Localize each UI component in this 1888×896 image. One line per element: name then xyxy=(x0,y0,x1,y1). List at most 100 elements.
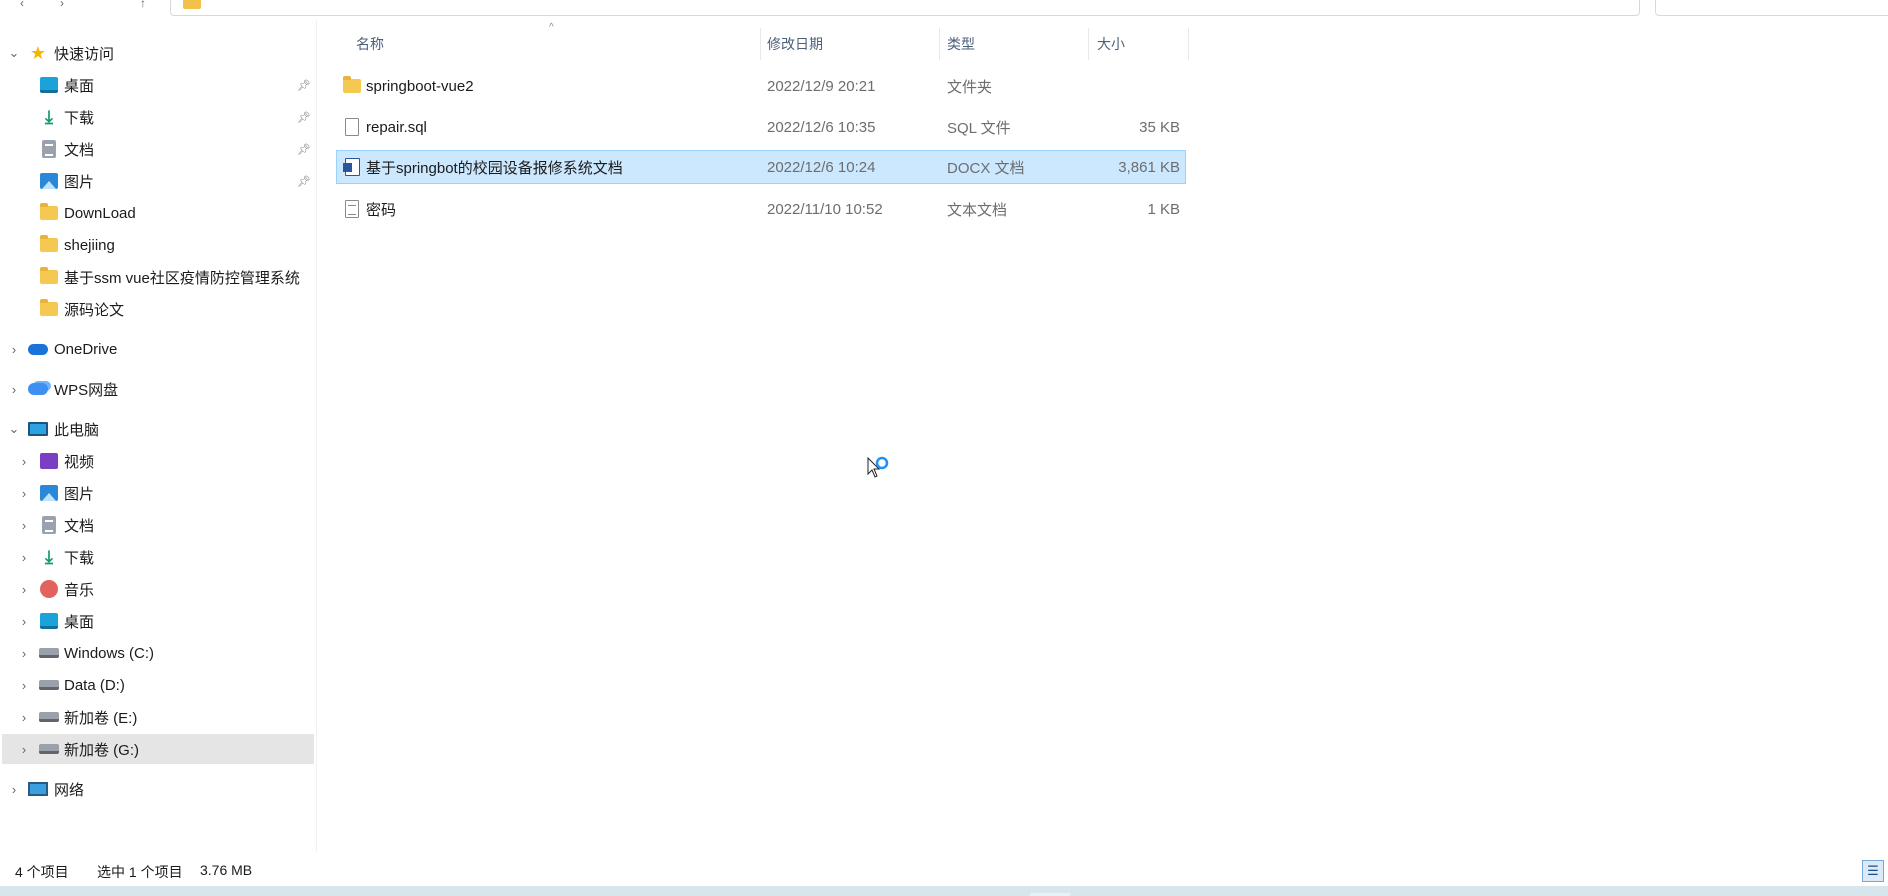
drive-icon xyxy=(39,675,59,695)
chevron-down-icon[interactable]: ⌄ xyxy=(8,38,20,68)
chevron-right-icon[interactable]: › xyxy=(18,734,30,764)
search-box[interactable] xyxy=(1655,0,1888,16)
nav-label: OneDrive xyxy=(54,340,118,358)
selection-count: 选中 1 个项目 xyxy=(97,864,183,880)
chevron-right-icon[interactable]: › xyxy=(18,638,30,668)
pane-divider[interactable] xyxy=(316,20,317,852)
nav-item-desktop[interactable]: 桌面 📌︎ xyxy=(2,70,314,100)
drive-icon xyxy=(39,707,59,727)
folder-icon xyxy=(39,203,59,223)
nav-label: Windows (C:) xyxy=(64,644,155,662)
nav-label: 桌面 xyxy=(64,77,95,95)
nav-label: Data (D:) xyxy=(64,676,125,694)
chevron-right-icon[interactable]: › xyxy=(18,446,30,476)
nav-onedrive[interactable]: › OneDrive xyxy=(2,334,314,364)
column-divider[interactable] xyxy=(760,28,761,60)
nav-label: 新加卷 (E:) xyxy=(64,709,138,727)
column-header-name[interactable]: 名称 xyxy=(356,28,756,60)
column-header-type[interactable]: 类型 xyxy=(947,28,1092,60)
file-row[interactable]: springboot-vue2 2022/12/9 20:21 文件夹 xyxy=(336,69,1186,103)
nav-label: DownLoad xyxy=(64,204,136,222)
folder-icon xyxy=(39,267,59,287)
drive-icon xyxy=(39,739,59,759)
chevron-right-icon[interactable]: › xyxy=(18,542,30,572)
folder-icon xyxy=(343,76,361,95)
pin-icon: 📌︎ xyxy=(297,143,311,156)
details-view-icon[interactable]: ☰ xyxy=(1862,860,1884,882)
file-row[interactable]: repair.sql 2022/12/6 10:35 SQL 文件 35 KB xyxy=(336,110,1186,144)
selection-size: 3.76 MB xyxy=(200,862,253,878)
nav-item-pc-documents[interactable]: › 文档 xyxy=(2,510,314,540)
nav-item-shejiing[interactable]: shejiing xyxy=(2,230,314,260)
chevron-right-icon[interactable]: › xyxy=(18,478,30,508)
file-row[interactable]: 密码 2022/11/10 10:52 文本文档 1 KB xyxy=(336,192,1186,226)
nav-label: 源码论文 xyxy=(64,301,125,319)
nav-item-ssm-vue[interactable]: 基于ssm vue社区疫情防控管理系统 xyxy=(2,262,314,292)
column-header-size[interactable]: 大小 xyxy=(1097,28,1187,60)
taskbar xyxy=(0,886,1888,896)
column-divider[interactable] xyxy=(1088,28,1089,60)
nav-label: 新加卷 (G:) xyxy=(64,741,139,759)
nav-item-downloads[interactable]: ⤓ 下载 📌︎ xyxy=(2,102,314,132)
chevron-right-icon[interactable]: › xyxy=(18,574,30,604)
nav-wps[interactable]: › WPS网盘 xyxy=(2,374,314,404)
chevron-right-icon[interactable]: › xyxy=(8,334,20,364)
nav-label: 图片 xyxy=(64,173,95,191)
nav-item-download-folder[interactable]: DownLoad xyxy=(2,198,314,228)
forward-arrow-icon[interactable]: › xyxy=(60,0,74,10)
nav-item-pictures[interactable]: 图片 📌︎ xyxy=(2,166,314,196)
nav-item-videos[interactable]: › 视频 xyxy=(2,446,314,476)
column-header-date[interactable]: 修改日期 xyxy=(767,28,937,60)
pin-icon: 📌︎ xyxy=(297,175,311,188)
chevron-right-icon[interactable]: › xyxy=(18,702,30,732)
wps-cloud-icon xyxy=(28,379,48,399)
column-label: 修改日期 xyxy=(767,36,823,52)
nav-label: 音乐 xyxy=(64,581,95,599)
file-size: 35 KB xyxy=(1139,118,1180,136)
file-date: 2022/11/10 10:52 xyxy=(767,200,883,218)
chevron-down-icon[interactable]: ⌄ xyxy=(8,414,20,444)
column-label: 类型 xyxy=(947,36,975,52)
nav-item-pc-desktop[interactable]: › 桌面 xyxy=(2,606,314,636)
file-row-selected[interactable]: 基于springbot的校园设备报修系统文档 2022/12/6 10:24 D… xyxy=(336,150,1186,184)
nav-item-drive-d[interactable]: › Data (D:) xyxy=(2,670,314,700)
chevron-right-icon[interactable]: › xyxy=(18,606,30,636)
network-icon xyxy=(28,779,48,799)
chevron-right-icon[interactable]: › xyxy=(18,510,30,540)
nav-item-drive-g[interactable]: › 新加卷 (G:) xyxy=(2,734,314,764)
navigation-pane: ⌄ ★ 快速访问 桌面 📌︎ ⤓ 下载 📌︎ 文档 📌︎ 图片 📌︎ DownL… xyxy=(0,38,316,850)
nav-item-drive-e[interactable]: › 新加卷 (E:) xyxy=(2,702,314,732)
back-arrow-icon[interactable]: ‹ xyxy=(20,0,34,10)
nav-network[interactable]: › 网络 xyxy=(2,774,314,804)
nav-item-pc-pictures[interactable]: › 图片 xyxy=(2,478,314,508)
pictures-icon xyxy=(39,171,59,191)
nav-item-music[interactable]: › 音乐 xyxy=(2,574,314,604)
chevron-right-icon[interactable]: › xyxy=(18,670,30,700)
column-divider[interactable] xyxy=(1188,28,1189,60)
computer-icon xyxy=(28,419,48,439)
address-bar[interactable] xyxy=(170,0,1640,16)
up-arrow-icon[interactable]: ↑ xyxy=(140,0,154,10)
nav-quick-access[interactable]: ⌄ ★ 快速访问 xyxy=(2,38,314,68)
column-label: 名称 xyxy=(356,36,384,52)
file-name: repair.sql xyxy=(366,118,427,136)
chevron-right-icon[interactable]: › xyxy=(8,774,20,804)
file-name: 密码 xyxy=(366,201,397,219)
file-date: 2022/12/6 10:35 xyxy=(767,118,876,136)
nav-item-documents[interactable]: 文档 📌︎ xyxy=(2,134,314,164)
column-divider[interactable] xyxy=(939,28,940,60)
nav-item-drive-c[interactable]: › Windows (C:) xyxy=(2,638,314,668)
nav-label: 此电脑 xyxy=(54,421,100,439)
nav-item-pc-downloads[interactable]: › ⤓ 下载 xyxy=(2,542,314,572)
nav-label: 图片 xyxy=(64,485,95,503)
chevron-right-icon[interactable]: › xyxy=(8,374,20,404)
nav-this-pc[interactable]: ⌄ 此电脑 xyxy=(2,414,314,444)
nav-label: 文档 xyxy=(64,141,95,159)
cloud-icon xyxy=(28,339,48,359)
folder-icon xyxy=(183,0,201,9)
file-type: 文本文档 xyxy=(947,201,1008,219)
file-date: 2022/12/6 10:24 xyxy=(767,158,876,176)
nav-label: 基于ssm vue社区疫情防控管理系统 xyxy=(64,269,300,287)
nav-item-source-thesis[interactable]: 源码论文 xyxy=(2,294,314,324)
text-file-icon xyxy=(343,200,361,218)
